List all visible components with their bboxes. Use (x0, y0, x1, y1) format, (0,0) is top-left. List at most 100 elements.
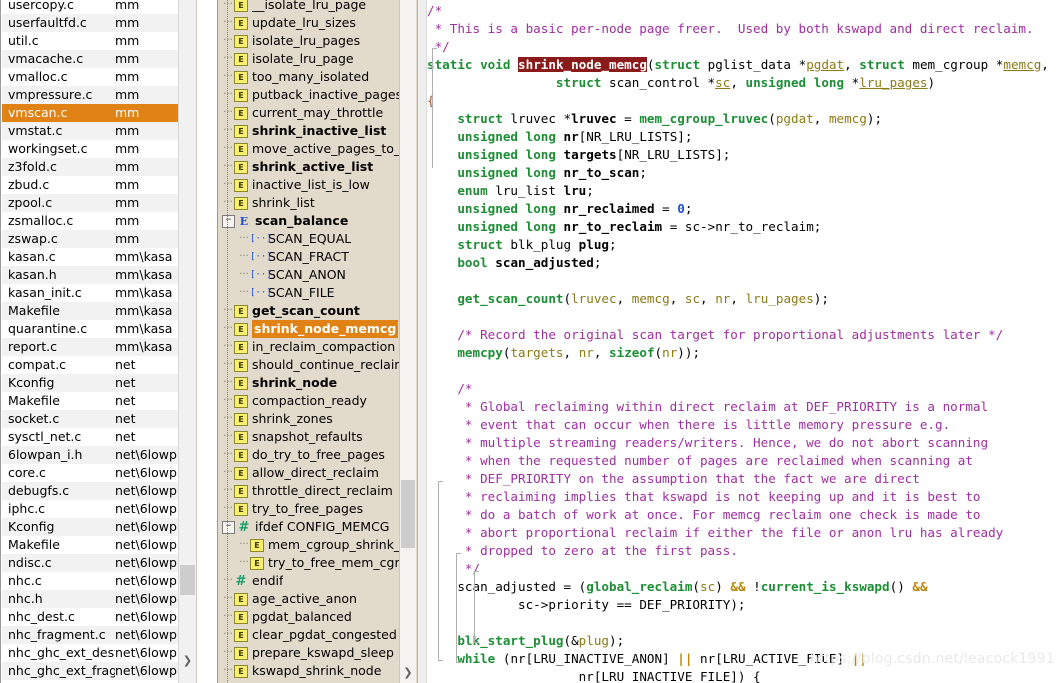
file-list-row[interactable]: kasan_init.c mm\kasa (2, 284, 192, 302)
file-list-row[interactable]: report.c mm\kasa (2, 338, 192, 356)
file-list-row[interactable]: vmalloc.c mm (2, 68, 192, 86)
symbol-tree-item[interactable]: ··· Eputback_inactive_pages (218, 86, 401, 104)
file-list-row[interactable]: vmscan.c mm (2, 104, 192, 122)
symbol-tree-item[interactable]: ··· Eupdate_lru_sizes (218, 14, 401, 32)
code-fold-gutter[interactable] (418, 0, 427, 683)
file-list-row[interactable]: zpool.c mm (2, 194, 192, 212)
file-list-row[interactable]: socket.c net (2, 410, 192, 428)
file-list-row[interactable]: 6lowpan_i.h net\6lowp (2, 446, 192, 464)
code-editor-panel[interactable]: /* * This is a basic per-node page freer… (418, 0, 1061, 683)
symbol-tree-item[interactable]: ··· Ekswapd_shrink_node (218, 662, 401, 680)
symbol-tree-item[interactable]: ··· [··] SCAN_FILE (218, 284, 401, 302)
symbol-tree-item[interactable]: ··· Ecompaction_ready (218, 392, 401, 410)
file-list-row[interactable]: nhc_dest.c net\6lowp (2, 608, 192, 626)
symbol-tree-item[interactable]: ··· Eget_scan_count (218, 302, 401, 320)
file-list-row[interactable]: nhc_ghc_ext_frag.cnet\6lowp (2, 662, 192, 680)
symbol-tree-item[interactable]: ··· Eshrink_list (218, 194, 401, 212)
symbol-tree-item[interactable]: ··· Eshrink_zones (218, 410, 401, 428)
file-list-scroll-thumb[interactable] (180, 565, 195, 595)
symbol-tree-item[interactable]: − # ifdef CONFIG_MEMCG (218, 518, 401, 536)
symbol-tree-item[interactable]: ··· Eisolate_lru_pages (218, 32, 401, 50)
symbol-tree-item[interactable]: ··· [··] SCAN_ANON (218, 266, 401, 284)
file-list-row[interactable]: iphc.c net\6lowp (2, 500, 192, 518)
file-list-row[interactable]: vmpressure.c mm (2, 86, 192, 104)
symbol-tree-item[interactable]: ··· [··] SCAN_EQUAL (218, 230, 401, 248)
file-list-row[interactable]: zsmalloc.c mm (2, 212, 192, 230)
symbol-tree-item[interactable]: ··· Emem_cgroup_shrink_ (218, 536, 401, 554)
code-fold-marker[interactable] (432, 48, 437, 168)
code-fold-marker[interactable] (474, 571, 479, 643)
file-list-row[interactable]: zswap.c mm (2, 230, 192, 248)
file-list-row[interactable]: vmstat.c mm (2, 122, 192, 140)
symbol-tree-item-label: move_active_pages_to_l (252, 141, 401, 156)
symbol-tree-scroll-thumb[interactable] (401, 480, 415, 548)
symbol-tree-item[interactable]: ··· E __isolate_lru_page (218, 0, 401, 14)
file-list-rows[interactable]: usercopy.c mm userfaultfd.c mm util.c mm vmaca… (2, 0, 192, 680)
file-list-row[interactable]: workingset.c mm (2, 140, 192, 158)
function-icon: E (234, 160, 248, 174)
code-line: * DEF_PRIORITY on the assumption that th… (427, 470, 1061, 488)
file-list-row[interactable]: core.c net\6lowp (2, 464, 192, 482)
file-list-row[interactable]: kasan.h mm\kasa (2, 266, 192, 284)
symbol-tree-item[interactable]: ··· Etry_to_free_mem_cgro (218, 554, 401, 572)
chevron-down-icon[interactable]: ❯ (179, 652, 196, 669)
file-list-row[interactable]: Makefile net (2, 392, 192, 410)
symbol-tree-item[interactable]: ··· Etry_to_free_pages (218, 500, 401, 518)
file-list-row[interactable]: nhc_fragment.c net\6lowp (2, 626, 192, 644)
code-token: ) (927, 75, 936, 90)
symbol-tree-item[interactable]: ··· Eprepare_kswapd_sleep (218, 644, 401, 662)
symbol-tree-item[interactable]: ··· Eage_active_anon (218, 590, 401, 608)
source-code-view[interactable]: /* * This is a basic per-node page freer… (427, 0, 1061, 683)
symbol-tree-item[interactable]: ··· Ein_reclaim_compaction (218, 338, 401, 356)
file-list-row[interactable]: debugfs.c net\6lowp (2, 482, 192, 500)
symbol-tree-item[interactable]: ··· Eshrink_node (218, 374, 401, 392)
symbol-tree-item[interactable]: ··· Edo_try_to_free_pages (218, 446, 401, 464)
code-token: , (616, 291, 632, 306)
symbol-tree-item[interactable]: ··· Eallow_direct_reclaim (218, 464, 401, 482)
file-list-row[interactable]: userfaultfd.c mm (2, 14, 192, 32)
code-token: sc (700, 579, 716, 594)
symbol-tree-item[interactable]: ··· Epgdat_balanced (218, 608, 401, 626)
symbol-tree-item[interactable]: ··· Eisolate_lru_page (218, 50, 401, 68)
file-list-row[interactable]: nhc_ghc_ext_dest.cnet\6lowp (2, 644, 192, 662)
file-list-row[interactable]: z3fold.c mm (2, 158, 192, 176)
file-list-row[interactable]: Makefile mm\kasa (2, 302, 192, 320)
file-list-row[interactable]: zbud.c mm (2, 176, 192, 194)
file-list-row[interactable]: Kconfig net\6lowp (2, 518, 192, 536)
file-list-row[interactable]: Makefile net\6lowp (2, 536, 192, 554)
symbol-tree-item[interactable]: ··· Eclear_pgdat_congested (218, 626, 401, 644)
file-list-row[interactable]: nhc.c net\6lowp (2, 572, 192, 590)
file-list-row[interactable]: vmacache.c mm (2, 50, 192, 68)
code-fold-marker[interactable] (438, 481, 443, 661)
symbol-tree-item[interactable]: ··· [··] SCAN_FRACT (218, 248, 401, 266)
symbol-tree-item[interactable]: ··· Eshrink_inactive_list (218, 122, 401, 140)
symbol-tree-item[interactable]: ··· Einactive_list_is_low (218, 176, 401, 194)
symbol-tree-item[interactable]: ··· # endif (218, 572, 401, 590)
file-list-row[interactable]: Kconfig net (2, 374, 192, 392)
file-list-row[interactable]: sysctl_net.c net (2, 428, 192, 446)
symbol-tree-item[interactable]: ··· Eshrink_active_list (218, 158, 401, 176)
file-list-row[interactable]: quarantine.c mm\kasa (2, 320, 192, 338)
symbol-tree-item[interactable]: ··· Ethrottle_direct_reclaim (218, 482, 401, 500)
file-list-row[interactable]: nhc.h net\6lowp (2, 590, 192, 608)
symbol-tree-item[interactable]: ··· Eshould_continue_reclaim (218, 356, 401, 374)
file-list-scrollbar[interactable]: ❯ (178, 0, 196, 683)
file-list-row[interactable]: usercopy.c mm (2, 0, 192, 14)
code-line: unsigned long nr_reclaimed = 0; (427, 200, 1061, 218)
symbol-tree-item[interactable]: ··· Esnapshot_refaults (218, 428, 401, 446)
file-list-row[interactable]: ndisc.c net\6lowp (2, 554, 192, 572)
symbol-tree-item[interactable]: ··· Etoo_many_isolated (218, 68, 401, 86)
symbol-tree-item[interactable]: ··· Emove_active_pages_to_l (218, 140, 401, 158)
symbol-tree-rows[interactable]: ··· E __isolate_lru_page ··· Eupdate_lru_siz… (218, 0, 401, 680)
code-fold-marker[interactable] (456, 553, 461, 663)
symbol-tree-item[interactable]: − Escan_balance (218, 212, 401, 230)
file-list-row[interactable]: compat.c net (2, 356, 192, 374)
symbol-tree-item[interactable]: ··· Eshrink_node_memcg (218, 320, 401, 338)
file-list-row[interactable]: util.c mm (2, 32, 192, 50)
chevron-down-icon[interactable]: ❯ (400, 665, 416, 681)
code-token: nr (578, 669, 594, 683)
file-list-row[interactable]: kasan.c mm\kasa (2, 248, 192, 266)
symbol-tree-scrollbar[interactable]: ❯ (399, 0, 416, 683)
symbol-tree-item[interactable]: ··· Ecurrent_may_throttle (218, 104, 401, 122)
code-token: bool (457, 255, 488, 270)
